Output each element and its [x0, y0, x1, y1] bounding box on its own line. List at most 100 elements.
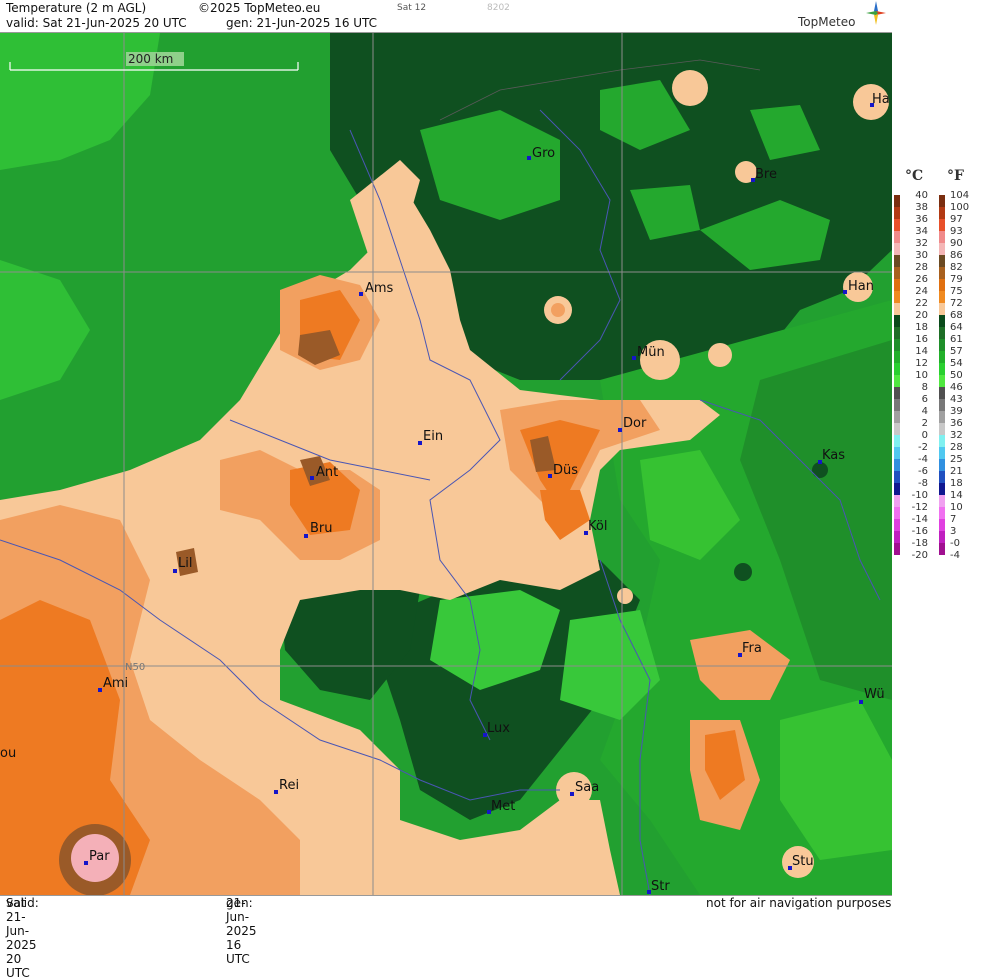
city-ams[interactable]: Ams [359, 281, 394, 296]
legend-f-label: 10 [950, 502, 963, 513]
legend-f-label: -4 [950, 550, 960, 561]
legend-swatch-f [939, 291, 945, 303]
city-label: Mün [637, 345, 665, 360]
legend-swatch-c [894, 531, 900, 543]
legend-swatch-f [939, 495, 945, 507]
city-met[interactable]: Met [487, 799, 515, 814]
legend-c-label: 22 [915, 298, 928, 309]
city-ou[interactable]: ou [0, 746, 16, 761]
legend-unit-f: °F [947, 168, 964, 184]
legend-f-label: 61 [950, 334, 963, 345]
compass-logo-icon [866, 1, 886, 25]
city-bre[interactable]: Bre [751, 167, 777, 182]
valid-time: valid: Sat 21-Jun-2025 20 UTC [6, 16, 187, 30]
city-fra[interactable]: Fra [738, 641, 762, 657]
legend-f-label: 43 [950, 394, 963, 405]
legend-swatch-f [939, 339, 945, 351]
legend-swatch-c [894, 267, 900, 279]
legend-f-label: 7 [950, 514, 956, 525]
city-label: Par [89, 849, 110, 864]
legend-c-label: 30 [915, 250, 928, 261]
header-bar: Temperature (2 m AGL) ©2025 TopMeteo.eu … [0, 0, 892, 33]
legend-c-label: 40 [915, 190, 928, 201]
legend-f-label: 32 [950, 430, 963, 441]
legend-swatch-f [939, 303, 945, 315]
legend-swatch-c [894, 507, 900, 519]
legend-f-label: 18 [950, 478, 963, 489]
legend-c-label: 10 [915, 370, 928, 381]
legend-c-label: 38 [915, 202, 928, 213]
legend-swatch-c [894, 363, 900, 375]
legend-c-label: 8 [922, 382, 928, 393]
valid-value: Sat 21-Jun-2025 20 UTC [42, 16, 187, 30]
legend-swatch-f [939, 519, 945, 531]
legend-swatch-f [939, 327, 945, 339]
city-label: Dor [623, 416, 647, 431]
legend-swatch-c [894, 483, 900, 495]
city-str[interactable]: Str [647, 879, 670, 894]
legend-swatch-c [894, 327, 900, 339]
legend-swatch-f [939, 219, 945, 231]
legend-c-label: 12 [915, 358, 928, 369]
legend-c-label: -14 [912, 514, 928, 525]
legend-swatch-c [894, 471, 900, 483]
legend-c-label: 36 [915, 214, 928, 225]
legend-c-label: 2 [922, 418, 928, 429]
city-ami[interactable]: Ami [98, 676, 128, 692]
city-lux[interactable]: Lux [483, 721, 510, 737]
legend-swatch-f [939, 315, 945, 327]
legend-swatch-c [894, 519, 900, 531]
legend-c-label: -12 [912, 502, 928, 513]
city-label: Ha [872, 92, 890, 107]
city-ha[interactable]: Ha [870, 92, 890, 107]
city-label: Düs [553, 463, 578, 478]
legend-c-label: 28 [915, 262, 928, 273]
legend-fahrenheit-labels: 1041009793908682797572686461575450464339… [950, 190, 969, 561]
city-label: Bru [310, 521, 333, 536]
legend-c-label: -10 [912, 490, 928, 501]
city-label: Ant [316, 465, 338, 480]
city-kas[interactable]: Kas [818, 448, 845, 464]
legend-swatch-c [894, 459, 900, 471]
city-label: ou [0, 746, 16, 761]
legend-swatch-f [939, 543, 945, 555]
legend-swatch-f [939, 483, 945, 495]
city-saa[interactable]: Saa [570, 780, 599, 796]
city-dus[interactable]: Düs [548, 463, 578, 478]
city-label: Lux [487, 721, 510, 736]
legend-swatch-f [939, 351, 945, 363]
legend-swatch-f [939, 399, 945, 411]
legend-f-label: 68 [950, 310, 963, 321]
legend-swatch-c [894, 411, 900, 423]
city-mun[interactable]: Mün [632, 345, 665, 360]
legend-swatch-f [939, 531, 945, 543]
legend-f-label: 3 [950, 526, 956, 537]
temperature-map[interactable]: 200 km N50 Ha Gro Bre Ams Han Mün Ein Do… [0, 33, 892, 895]
legend-swatch-f [939, 375, 945, 387]
legend-c-label: 32 [915, 238, 928, 249]
legend-swatch-f [939, 507, 945, 519]
city-han[interactable]: Han [843, 279, 874, 294]
city-dor[interactable]: Dor [618, 416, 647, 432]
legend-f-label: 39 [950, 406, 963, 417]
legend-celsius-labels: 4038363432302826242220181614121086420-2-… [912, 190, 928, 561]
legend-c-label: -20 [912, 550, 928, 561]
city-label: Wü [864, 687, 885, 702]
city-stu[interactable]: Stu [788, 854, 814, 870]
legend-c-label: 4 [922, 406, 928, 417]
legend-swatch-f [939, 243, 945, 255]
city-gro[interactable]: Gro [527, 146, 555, 161]
gen-label: gen: [226, 16, 253, 30]
legend-swatch-c [894, 255, 900, 267]
copyright: ©2025 TopMeteo.eu [198, 1, 321, 15]
brand-name: TopMeteo [798, 15, 856, 29]
city-label: Köl [588, 519, 607, 534]
legend-c-label: -16 [912, 526, 928, 537]
city-kol[interactable]: Köl [584, 519, 607, 535]
legend-c-label: -2 [918, 442, 928, 453]
legend-f-label: 75 [950, 286, 963, 297]
legend-f-label: 100 [950, 202, 969, 213]
legend-f-label: 79 [950, 274, 963, 285]
legend-f-label: 21 [950, 466, 963, 477]
legend-swatch-c [894, 243, 900, 255]
